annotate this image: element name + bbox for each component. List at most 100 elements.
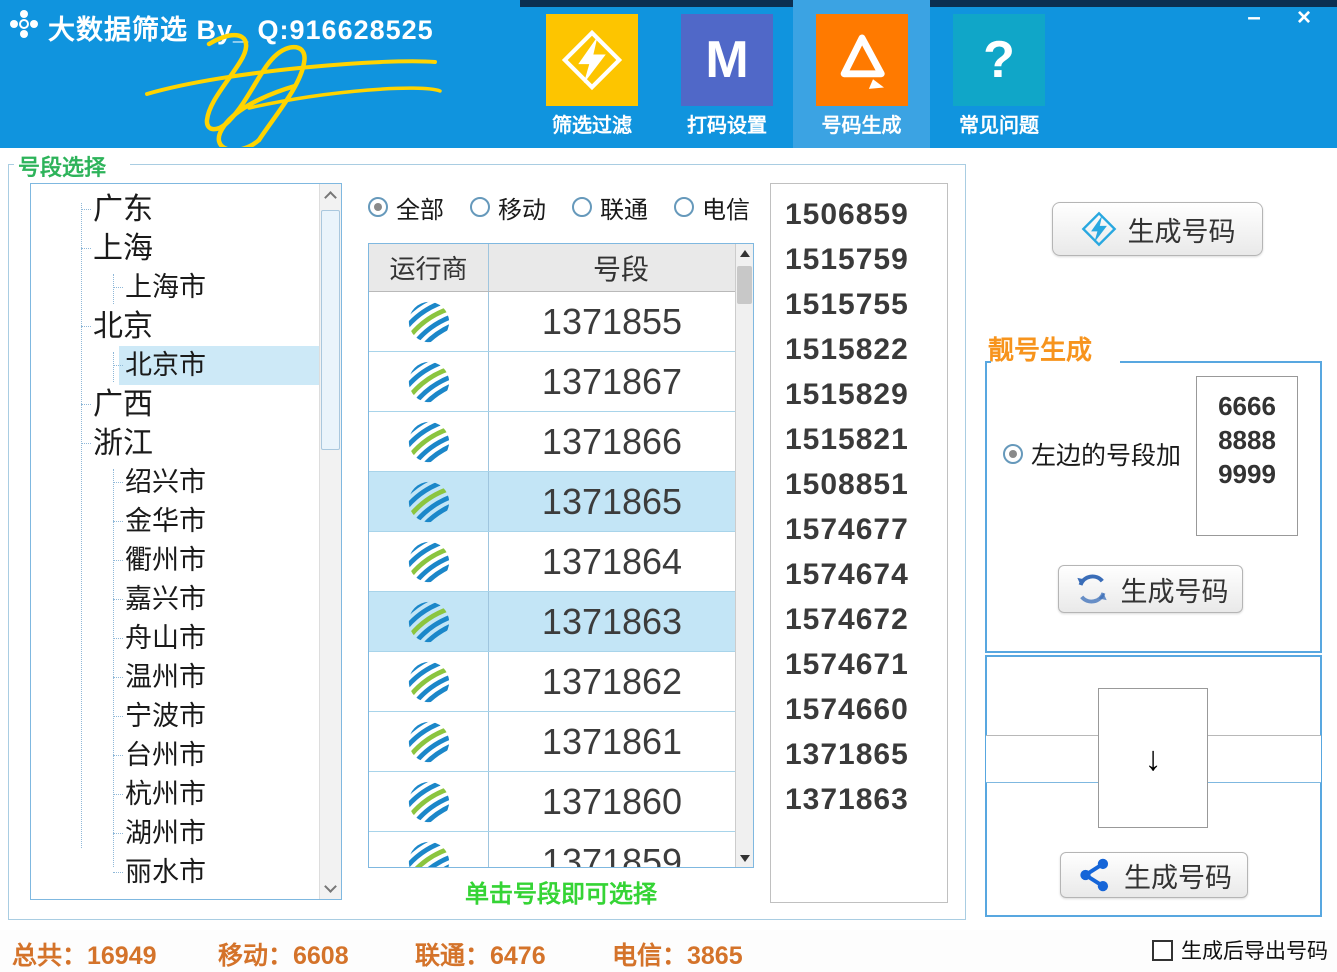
radio-unicom[interactable] bbox=[572, 197, 592, 217]
table-row[interactable]: 1371862 bbox=[369, 652, 735, 712]
scroll-up-icon[interactable] bbox=[736, 244, 753, 262]
result-item[interactable]: 1371865 bbox=[771, 732, 947, 777]
tree-item[interactable]: 衢州市 bbox=[31, 541, 319, 580]
table-row[interactable]: 1371860 bbox=[369, 772, 735, 832]
china-mobile-icon bbox=[406, 659, 452, 705]
region-tree-list: 广东 上海 上海市 北京 北京市 广西 浙江 绍兴市 金华市 衢州市 嘉兴市 舟… bbox=[31, 184, 319, 899]
tree-item[interactable]: 宁波市 bbox=[31, 697, 319, 736]
tab-captcha-settings[interactable]: M 打码设置 bbox=[663, 0, 791, 148]
china-mobile-icon bbox=[406, 479, 452, 525]
flash-diamond-icon bbox=[1080, 210, 1118, 248]
flash-diamond-icon bbox=[546, 14, 638, 106]
tree-item[interactable]: 北京 bbox=[31, 307, 319, 346]
scrollbar-thumb[interactable] bbox=[321, 210, 340, 450]
generate-numbers-button[interactable]: 生成号码 bbox=[1052, 202, 1263, 256]
radio-mobile[interactable] bbox=[470, 197, 490, 217]
operator-radio-group: 全部 移动 联通 电信 bbox=[368, 192, 768, 222]
table-row[interactable]: 1371861 bbox=[369, 712, 735, 772]
table-row[interactable]: 1371867 bbox=[369, 352, 735, 412]
close-button[interactable]: × bbox=[1283, 2, 1325, 34]
tab-label: 打码设置 bbox=[663, 109, 791, 138]
click-hint-text: 单击号段即可选择 bbox=[368, 874, 754, 909]
generate-export-numbers-button[interactable]: 生成号码 bbox=[1060, 852, 1248, 898]
export-checkbox-label: 生成后导出号码 bbox=[1181, 935, 1328, 965]
table-header: 运行商 号段 bbox=[369, 244, 753, 292]
table-scrollbar[interactable] bbox=[735, 244, 753, 867]
tree-item[interactable]: 广西 bbox=[31, 385, 319, 424]
china-mobile-icon bbox=[406, 719, 452, 765]
tab-faq[interactable]: ? 常见问题 bbox=[935, 0, 1063, 148]
generate-pretty-numbers-button[interactable]: 生成号码 bbox=[1058, 565, 1243, 613]
results-listbox: 1506859 1515759 1515755 1515822 1515829 … bbox=[770, 183, 948, 903]
status-telecom: 电信：3865 bbox=[612, 936, 743, 972]
tab-filter[interactable]: 筛选过滤 bbox=[528, 0, 656, 148]
result-item[interactable]: 1515822 bbox=[771, 327, 947, 372]
result-item[interactable]: 1574674 bbox=[771, 552, 947, 597]
export-after-generate-option[interactable]: 生成后导出号码 bbox=[1152, 935, 1328, 965]
tree-item[interactable]: 浙江 bbox=[31, 424, 319, 463]
question-icon: ? bbox=[953, 14, 1045, 106]
scrollbar-thumb[interactable] bbox=[737, 266, 752, 304]
tree-item[interactable]: 丽水市 bbox=[31, 853, 319, 892]
table-row[interactable]: 1371866 bbox=[369, 412, 735, 472]
append-suffix-option: 左边的号段加 bbox=[1003, 436, 1181, 472]
radio-append-suffix[interactable] bbox=[1003, 444, 1023, 464]
region-tree: 广东 上海 上海市 北京 北京市 广西 浙江 绍兴市 金华市 衢州市 嘉兴市 舟… bbox=[30, 183, 342, 900]
suffix-listbox[interactable]: 6666 8888 9999 bbox=[1196, 376, 1298, 536]
minimize-button[interactable]: – bbox=[1233, 2, 1275, 34]
table-row[interactable]: 1371859 bbox=[369, 832, 735, 867]
result-item[interactable]: 1508851 bbox=[771, 462, 947, 507]
result-item[interactable]: 1515821 bbox=[771, 417, 947, 462]
tree-item[interactable]: 舟山市 bbox=[31, 619, 319, 658]
suffix-item[interactable]: 9999 bbox=[1197, 457, 1297, 491]
scroll-up-icon[interactable] bbox=[320, 184, 341, 206]
tree-item[interactable]: 嘉兴市 bbox=[31, 580, 319, 619]
radio-all[interactable] bbox=[368, 197, 388, 217]
china-mobile-icon bbox=[406, 419, 452, 465]
status-bar: 总共：16949 移动：6608 联通：6476 电信：3865 bbox=[0, 930, 1337, 972]
tree-item[interactable]: 温州市 bbox=[31, 658, 319, 697]
tree-item[interactable]: 广东 bbox=[31, 190, 319, 229]
tree-item[interactable]: 上海 bbox=[31, 229, 319, 268]
tree-item[interactable]: 金华市 bbox=[31, 502, 319, 541]
letter-m-icon: M bbox=[681, 14, 773, 106]
radio-telecom[interactable] bbox=[674, 197, 694, 217]
tree-item-selected[interactable]: 北京市 bbox=[31, 346, 319, 385]
tab-label: 号码生成 bbox=[793, 109, 930, 138]
suffix-item[interactable]: 8888 bbox=[1197, 423, 1297, 457]
scroll-down-icon[interactable] bbox=[736, 849, 753, 867]
table-row[interactable]: 1371855 bbox=[369, 292, 735, 352]
tree-scrollbar[interactable] bbox=[319, 184, 341, 899]
china-mobile-icon bbox=[406, 539, 452, 585]
app-logo-icon bbox=[8, 8, 40, 40]
result-item[interactable]: 1574660 bbox=[771, 687, 947, 732]
result-item[interactable]: 1515755 bbox=[771, 282, 947, 327]
china-mobile-icon bbox=[406, 299, 452, 345]
table-body: 1371855 1371867 1371866 1371865 1371864 … bbox=[369, 292, 735, 867]
tree-item[interactable]: 台州市 bbox=[31, 736, 319, 775]
result-item[interactable]: 1515759 bbox=[771, 237, 947, 282]
table-row[interactable]: 1371864 bbox=[369, 532, 735, 592]
suffix-item[interactable]: 6666 bbox=[1197, 389, 1297, 423]
status-unicom: 联通：6476 bbox=[415, 936, 546, 972]
tree-item[interactable]: 杭州市 bbox=[31, 775, 319, 814]
tab-number-generate[interactable]: 号码生成 bbox=[793, 0, 930, 148]
result-item[interactable]: 1574677 bbox=[771, 507, 947, 552]
result-item[interactable]: 1574671 bbox=[771, 642, 947, 687]
result-item[interactable]: 1574672 bbox=[771, 597, 947, 642]
signature-scribble bbox=[88, 32, 450, 147]
refresh-icon bbox=[1073, 570, 1111, 608]
result-item[interactable]: 1371863 bbox=[771, 777, 947, 822]
share-icon bbox=[1076, 856, 1114, 894]
export-checkbox[interactable] bbox=[1152, 940, 1173, 961]
table-row-selected[interactable]: 1371865 bbox=[369, 472, 735, 532]
tree-item[interactable]: 上海市 bbox=[31, 268, 319, 307]
tree-item[interactable]: 绍兴市 bbox=[31, 463, 319, 502]
tree-item[interactable]: 湖州市 bbox=[31, 814, 319, 853]
table-row-selected[interactable]: 1371863 bbox=[369, 592, 735, 652]
tab-label: 常见问题 bbox=[935, 109, 1063, 138]
result-item[interactable]: 1506859 bbox=[771, 192, 947, 237]
scroll-down-icon[interactable] bbox=[320, 877, 341, 899]
china-mobile-icon bbox=[406, 599, 452, 645]
result-item[interactable]: 1515829 bbox=[771, 372, 947, 417]
